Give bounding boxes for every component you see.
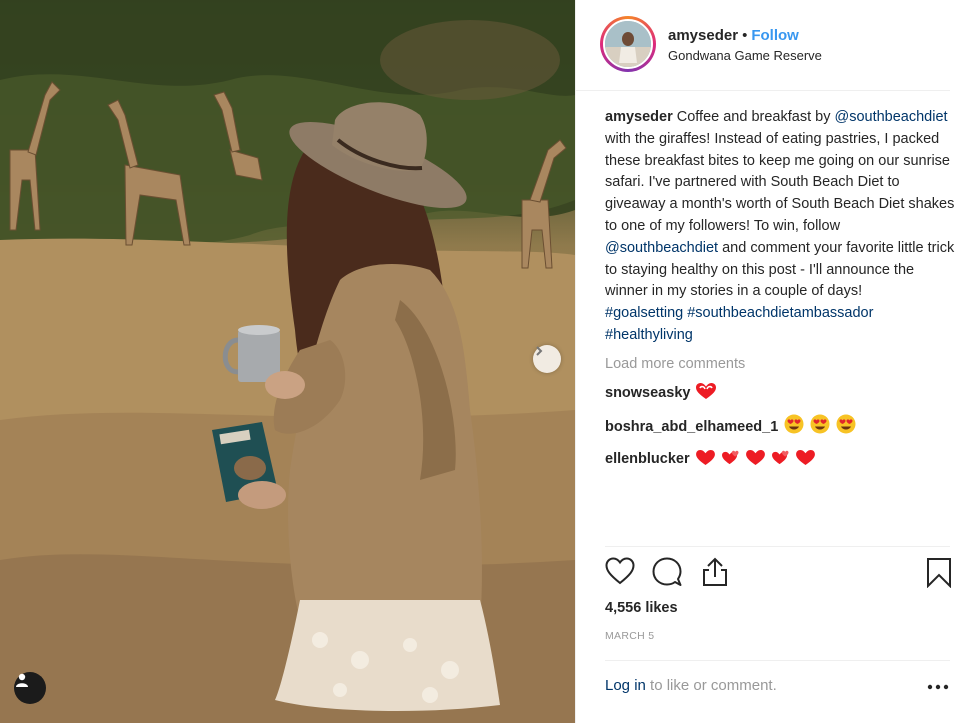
login-link[interactable]: Log in	[605, 677, 646, 694]
comment-username[interactable]: snowseasky	[605, 385, 690, 401]
more-options-icon[interactable]	[926, 680, 950, 694]
hashtag-goalsetting[interactable]: #goalsetting	[605, 305, 683, 321]
story-ring[interactable]	[600, 16, 656, 72]
bookmark-icon[interactable]	[926, 557, 952, 593]
caption-username[interactable]: amyseder	[605, 109, 673, 125]
two-hearts-icon	[771, 450, 790, 474]
tagged-users-button[interactable]	[14, 672, 46, 704]
username-link[interactable]: amyseder	[668, 27, 738, 44]
heart-icon[interactable]	[605, 557, 635, 590]
caption-mention-2[interactable]: @southbeachdiet	[605, 240, 718, 256]
heart-eyes-face-icon	[784, 414, 804, 442]
comment-username[interactable]: boshra_abd_elhameed_1	[605, 419, 778, 435]
heart-eyes-heart-icon	[696, 382, 717, 408]
next-photo-button[interactable]	[533, 345, 561, 373]
hashtag-healthyliving[interactable]: #healthyliving	[605, 327, 693, 343]
follow-button[interactable]: Follow	[751, 27, 799, 44]
actions-divider	[605, 546, 950, 547]
share-icon[interactable]	[701, 557, 729, 592]
avatar[interactable]	[603, 19, 653, 69]
caption-mention-1[interactable]: @southbeachdiet	[834, 109, 947, 125]
caption-text-1: Coffee and breakfast by	[676, 109, 831, 125]
two-hearts-icon	[721, 450, 740, 474]
heart-eyes-face-icon	[836, 414, 856, 442]
comments-area: amyseder Coffee and breakfast by @southb…	[605, 107, 955, 474]
post-photo[interactable]	[0, 0, 575, 723]
heart-eyes-face-icon	[810, 414, 830, 442]
photo-illustration	[0, 0, 575, 723]
red-heart-icon	[745, 450, 765, 474]
header-username-row: amyseder • Follow	[668, 27, 799, 44]
likes-count[interactable]: 4,556 likes	[605, 600, 678, 616]
comment-icon[interactable]	[652, 557, 682, 592]
hashtag-southbeachdietambassador[interactable]: #southbeachdietambassador	[687, 305, 873, 321]
comment-item: boshra_abd_elhameed_1	[605, 414, 955, 442]
login-divider	[605, 660, 950, 661]
comment-item: ellenblucker	[605, 449, 955, 474]
location-link[interactable]: Gondwana Game Reserve	[668, 48, 822, 63]
login-prompt: Log in to like or comment.	[605, 677, 777, 694]
caption-text-2: with the giraffes! Instead of eating pas…	[605, 130, 955, 234]
post-date[interactable]: MARCH 5	[605, 630, 654, 642]
post-side-panel: amyseder • Follow Gondwana Game Reserve am…	[575, 0, 980, 723]
post-actions	[605, 557, 955, 591]
comment-item: snowseasky	[605, 382, 955, 408]
comment-username[interactable]: ellenblucker	[605, 451, 690, 467]
red-heart-icon	[795, 450, 815, 474]
load-more-comments-button[interactable]: Load more comments	[605, 354, 955, 376]
post-header: amyseder • Follow Gondwana Game Reserve	[576, 0, 950, 91]
caption: amyseder Coffee and breakfast by @southb…	[605, 107, 955, 347]
separator-dot: •	[742, 27, 748, 44]
red-heart-icon	[695, 450, 715, 474]
login-suffix: to like or comment.	[650, 677, 777, 694]
